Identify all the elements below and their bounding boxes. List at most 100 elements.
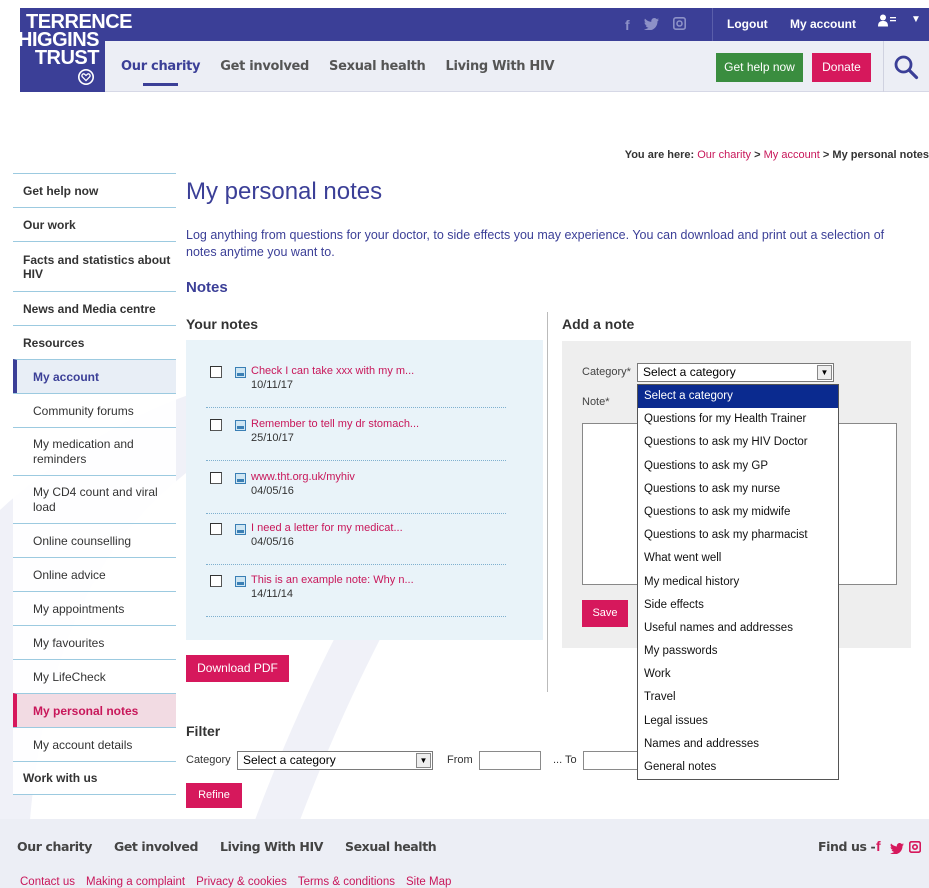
sidebar-item-facts-statistics[interactable]: Facts and statistics about HIV bbox=[13, 241, 176, 291]
list-item: Remember to tell my dr stomach... 25/10/… bbox=[206, 415, 506, 461]
breadcrumb-current: My personal notes bbox=[832, 149, 929, 161]
dropdown-option[interactable]: Questions to ask my HIV Doctor bbox=[638, 431, 838, 454]
note-date: 04/05/16 bbox=[251, 536, 294, 548]
filter-category-value: Select a category bbox=[243, 753, 336, 767]
page-title: My personal notes bbox=[186, 178, 383, 205]
category-select[interactable]: Select a category ▼ bbox=[637, 363, 834, 382]
notes-list: Check I can take xxx with my m... 10/11/… bbox=[186, 340, 543, 640]
get-help-now-button[interactable]: Get help now bbox=[716, 53, 803, 82]
nav-get-involved[interactable]: Get involved bbox=[220, 59, 309, 74]
my-account-link[interactable]: My account bbox=[790, 8, 856, 41]
save-button[interactable]: Save bbox=[582, 600, 628, 627]
sidebar-item-my-account-details[interactable]: My account details bbox=[13, 727, 176, 761]
dropdown-option[interactable]: Side effects bbox=[638, 594, 838, 617]
sidebar-item-my-appointments[interactable]: My appointments bbox=[13, 591, 176, 625]
social-links: f bbox=[625, 8, 686, 41]
footer-nav-our-charity[interactable]: Our charity bbox=[17, 839, 92, 854]
dropdown-option[interactable]: Questions to ask my nurse bbox=[638, 478, 838, 501]
dropdown-option[interactable]: Questions for my Health Trainer bbox=[638, 408, 838, 431]
breadcrumb-our-charity[interactable]: Our charity bbox=[697, 149, 751, 161]
facebook-icon[interactable]: f bbox=[625, 17, 630, 33]
dropdown-option[interactable]: Travel bbox=[638, 686, 838, 709]
nav-our-charity[interactable]: Our charity bbox=[121, 59, 201, 86]
note-title-link[interactable]: www.tht.org.uk/myhiv bbox=[251, 471, 355, 483]
dropdown-option[interactable]: Legal issues bbox=[638, 710, 838, 733]
note-title-link[interactable]: Remember to tell my dr stomach... bbox=[251, 418, 419, 430]
sidebar-item-online-advice[interactable]: Online advice bbox=[13, 557, 176, 591]
dropdown-option[interactable]: My passwords bbox=[638, 640, 838, 663]
nav-living-with-hiv[interactable]: Living With HIV bbox=[445, 59, 554, 74]
dropdown-option[interactable]: What went well bbox=[638, 547, 838, 570]
dropdown-option[interactable]: Questions to ask my midwife bbox=[638, 501, 838, 524]
dropdown-option[interactable]: My medical history bbox=[638, 571, 838, 594]
breadcrumb-my-account[interactable]: My account bbox=[764, 149, 820, 161]
note-title-link[interactable]: I need a letter for my medicat... bbox=[251, 522, 403, 534]
sidebar-item-my-personal-notes[interactable]: My personal notes bbox=[13, 693, 176, 727]
filter-from-label: From bbox=[447, 754, 473, 766]
footer-link-complaint[interactable]: Making a complaint bbox=[86, 876, 185, 888]
dropdown-option[interactable]: Questions to ask my GP bbox=[638, 455, 838, 478]
footer-nav-get-involved[interactable]: Get involved bbox=[114, 839, 198, 854]
chevron-down-icon[interactable]: ▼ bbox=[911, 14, 921, 25]
sidebar-nav: Get help now Our work Facts and statisti… bbox=[13, 173, 176, 795]
donate-button[interactable]: Donate bbox=[812, 53, 871, 82]
sidebar-item-my-favourites[interactable]: My favourites bbox=[13, 625, 176, 659]
breadcrumb: You are here: Our charity > My account >… bbox=[625, 149, 929, 161]
footer-nav-sexual-health[interactable]: Sexual health bbox=[345, 839, 437, 854]
note-document-icon bbox=[235, 473, 246, 484]
note-checkbox[interactable] bbox=[210, 419, 222, 431]
sidebar-item-my-account[interactable]: My account bbox=[13, 359, 176, 393]
dropdown-option[interactable]: General notes bbox=[638, 756, 838, 779]
note-title-link[interactable]: Check I can take xxx with my m... bbox=[251, 365, 414, 377]
sidebar-item-my-lifecheck[interactable]: My LifeCheck bbox=[13, 659, 176, 693]
filter-from-date[interactable] bbox=[479, 751, 541, 770]
note-date: 25/10/17 bbox=[251, 432, 294, 444]
sidebar-item-community-forums[interactable]: Community forums bbox=[13, 393, 176, 427]
logout-link[interactable]: Logout bbox=[727, 8, 768, 41]
footer-link-terms[interactable]: Terms & conditions bbox=[298, 876, 395, 888]
user-menu-icon[interactable] bbox=[878, 14, 898, 30]
dropdown-option[interactable]: Useful names and addresses bbox=[638, 617, 838, 640]
main-nav: Our charity Get involved Sexual health L… bbox=[121, 41, 555, 92]
sidebar-item-news-media[interactable]: News and Media centre bbox=[13, 291, 176, 325]
note-document-icon bbox=[235, 420, 246, 431]
sidebar-item-resources[interactable]: Resources bbox=[13, 325, 176, 359]
note-checkbox[interactable] bbox=[210, 575, 222, 587]
instagram-icon[interactable] bbox=[908, 840, 922, 856]
nav-sexual-health[interactable]: Sexual health bbox=[329, 59, 426, 74]
filter-to-date[interactable] bbox=[583, 751, 643, 770]
logo-line-3: TRUST bbox=[34, 47, 100, 69]
category-dropdown-list: Select a category Questions for my Healt… bbox=[637, 384, 839, 780]
note-checkbox[interactable] bbox=[210, 366, 222, 378]
list-item: I need a letter for my medicat... 04/05/… bbox=[206, 519, 506, 565]
note-document-icon bbox=[235, 524, 246, 535]
dropdown-option[interactable]: Questions to ask my pharmacist bbox=[638, 524, 838, 547]
instagram-icon[interactable] bbox=[672, 16, 686, 33]
dropdown-option[interactable]: Work bbox=[638, 663, 838, 686]
facebook-icon[interactable]: f bbox=[876, 838, 881, 854]
sidebar-item-work-with-us[interactable]: Work with us bbox=[13, 761, 176, 795]
sidebar-item-online-counselling[interactable]: Online counselling bbox=[13, 523, 176, 557]
filter-heading: Filter bbox=[186, 723, 221, 739]
download-pdf-button[interactable]: Download PDF bbox=[186, 655, 289, 682]
filter-category-select[interactable]: Select a category ▼ bbox=[237, 751, 433, 770]
twitter-icon[interactable] bbox=[890, 841, 904, 857]
footer-link-contact-us[interactable]: Contact us bbox=[20, 876, 75, 888]
note-checkbox[interactable] bbox=[210, 472, 222, 484]
note-checkbox[interactable] bbox=[210, 523, 222, 535]
tht-logo[interactable]: Terrence HIGGINS TRUST bbox=[18, 8, 133, 92]
dropdown-option[interactable]: Names and addresses bbox=[638, 733, 838, 756]
footer-link-privacy[interactable]: Privacy & cookies bbox=[196, 876, 287, 888]
sidebar-item-our-work[interactable]: Our work bbox=[13, 207, 176, 241]
dropdown-option[interactable]: Select a category bbox=[638, 385, 838, 409]
twitter-icon[interactable] bbox=[643, 17, 659, 33]
note-title-link[interactable]: This is an example note: Why n... bbox=[251, 574, 414, 586]
filter-category-label: Category bbox=[186, 754, 231, 766]
footer-link-sitemap[interactable]: Site Map bbox=[406, 876, 451, 888]
sidebar-item-get-help-now[interactable]: Get help now bbox=[13, 173, 176, 207]
refine-button[interactable]: Refine bbox=[186, 783, 242, 808]
footer-nav-living-with-hiv[interactable]: Living With HIV bbox=[220, 839, 323, 854]
sidebar-item-medication-reminders[interactable]: My medication and reminders bbox=[13, 427, 176, 475]
sidebar-item-cd4-viral-load[interactable]: My CD4 count and viral load bbox=[13, 475, 176, 523]
search-icon[interactable] bbox=[893, 54, 919, 80]
